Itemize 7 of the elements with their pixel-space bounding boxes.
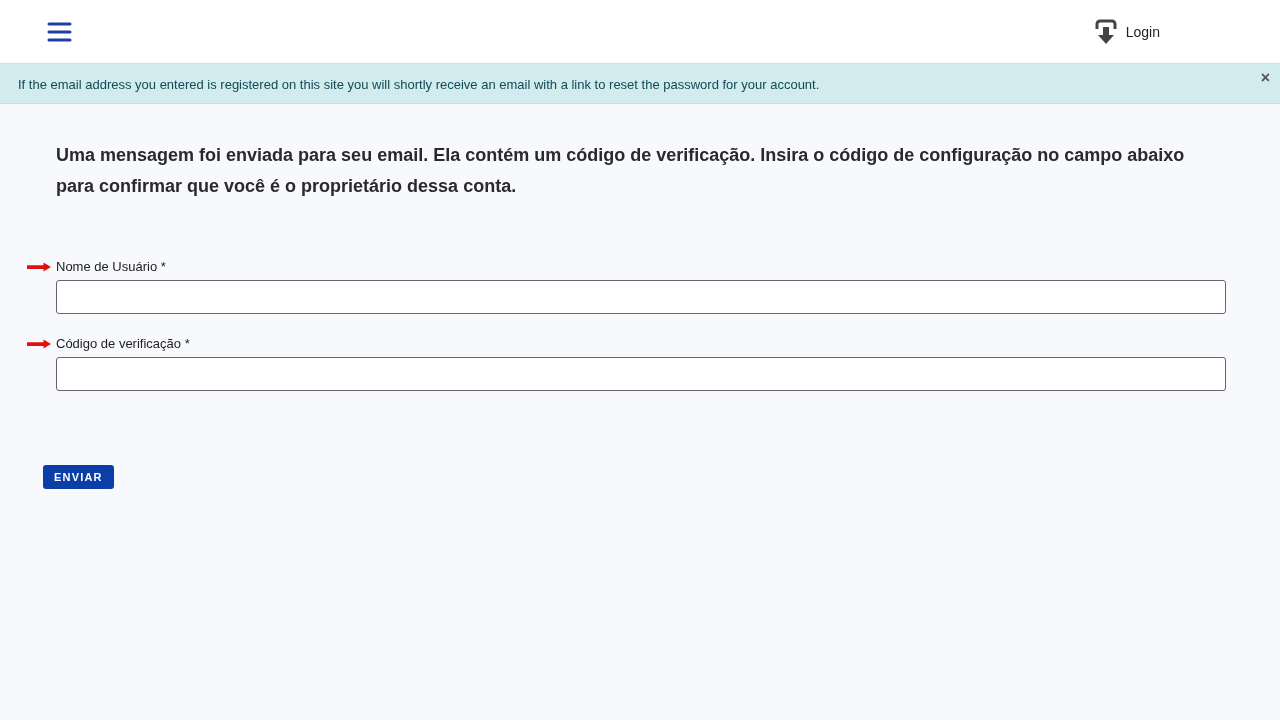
field-label: Código de verificação * [56, 336, 191, 351]
close-button[interactable]: × [1260, 70, 1270, 86]
alert-message: If the email address you entered is registered on this site you will shortly receive an email with a link to reset the password for your account. [18, 77, 820, 92]
login-link[interactable]: Login [1093, 18, 1160, 45]
submit-button[interactable]: ENVIAR [43, 465, 114, 489]
field-label: Nome de Usuário * [56, 259, 167, 274]
instructions-text: Uma mensagem foi enviada para seu email. Ela contém um código de verificação. Insira o código de configuração no campo abaixo para confirmar que você é o proprietário dessa conta. [56, 144, 1186, 198]
